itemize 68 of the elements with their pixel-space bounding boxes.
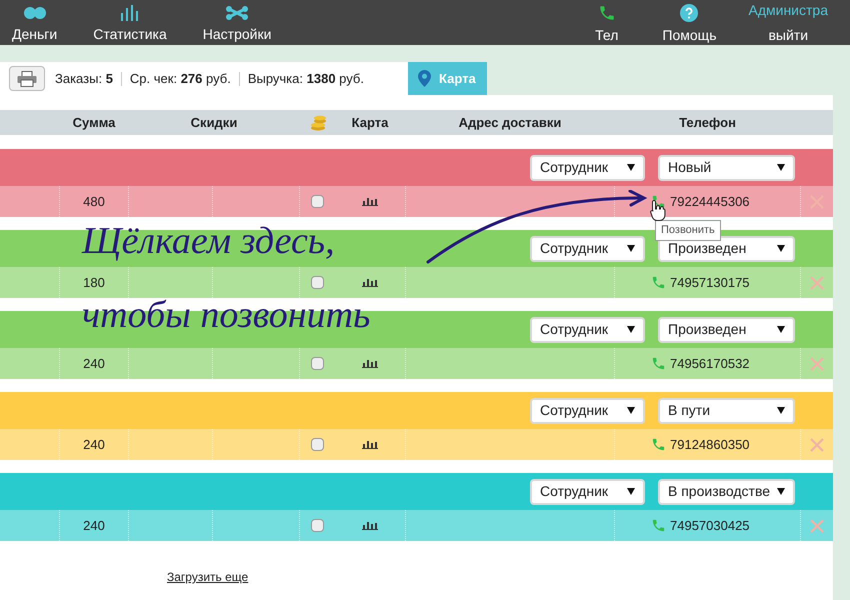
checkbox[interactable] (311, 195, 324, 208)
stat-text: Заказы: 5 (55, 70, 113, 88)
map-pin-icon (418, 70, 431, 87)
column-header: Карта (350, 114, 390, 132)
print-button[interactable] (9, 66, 45, 91)
phone-number: 74956170532 (670, 354, 750, 373)
checkbox[interactable] (311, 438, 324, 451)
column-header: Скидки (190, 114, 238, 132)
bar-chart-icon[interactable] (362, 521, 378, 530)
status-select[interactable]: В производстве (658, 478, 795, 504)
phone-icon (598, 4, 616, 22)
employee-select[interactable]: Сотрудник (530, 398, 645, 424)
checkbox[interactable] (311, 519, 324, 532)
caret-icon (627, 488, 635, 495)
checkbox[interactable] (311, 276, 324, 289)
handwritten-note: Щёлкаем здесь, (82, 222, 335, 260)
stat-text: Ср. чек: 276 руб. (130, 70, 231, 88)
caret-icon (777, 326, 785, 333)
caret-icon (777, 164, 785, 171)
nav-item[interactable]: Помощь (650, 0, 728, 46)
hand-cursor-icon (650, 199, 666, 221)
column-header: Телефон (678, 114, 737, 132)
tools-icon (225, 4, 250, 20)
delete-icon[interactable] (810, 438, 824, 452)
phone-number: 79124860350 (670, 436, 750, 454)
column-header: Сумма (72, 114, 116, 132)
table-cell-text: 480 (82, 192, 106, 211)
employee-select[interactable]: Сотрудник (530, 236, 645, 262)
help-icon (680, 4, 698, 22)
phone-number: 74957030425 (670, 516, 750, 535)
coins-icon (22, 6, 47, 20)
bar-chart-icon[interactable] (362, 278, 378, 287)
load-more-link[interactable]: Загрузить еще (167, 570, 248, 584)
table-cell-text: 240 (82, 354, 106, 373)
logout-link[interactable]: выйти (768, 24, 808, 46)
table-cell-text: 240 (82, 516, 106, 535)
table-cell-text: 180 (82, 274, 106, 292)
tooltip: Позвонить (655, 220, 721, 240)
nav-item[interactable]: Деньги (2, 0, 68, 44)
bar-chart-icon[interactable] (362, 440, 378, 449)
checkbox[interactable] (311, 357, 324, 370)
caret-icon (627, 164, 635, 171)
status-select[interactable]: Произведен (658, 316, 795, 342)
employee-select[interactable]: Сотрудник (530, 478, 645, 504)
stat-text: Выручка: 1380 руб. (248, 70, 364, 88)
bar-chart-icon[interactable] (362, 359, 378, 368)
employee-select[interactable]: Сотрудник (530, 316, 645, 342)
caret-icon (627, 407, 635, 414)
bar-chart-icon (120, 4, 140, 20)
phone-number: 79224445306 (670, 192, 750, 211)
employee-select[interactable]: Сотрудник (530, 154, 645, 180)
caret-icon (627, 326, 635, 333)
status-select[interactable]: Новый (658, 154, 795, 180)
table-cell-text: 240 (82, 436, 106, 454)
user-name[interactable]: Администра (748, 0, 828, 20)
nav-item[interactable]: Тел (583, 0, 630, 46)
caret-icon (777, 245, 785, 252)
column-header: Адрес доставки (458, 114, 562, 132)
status-select[interactable]: В пути (658, 398, 795, 424)
caret-icon (627, 245, 635, 252)
nav-item[interactable]: Статистика (83, 0, 177, 44)
coins-icon (308, 114, 326, 130)
caret-icon (777, 407, 785, 414)
bar-chart-icon[interactable] (362, 197, 378, 206)
nav-item[interactable]: Настройки (192, 0, 282, 44)
phone-number: 74957130175 (670, 274, 750, 292)
caret-icon (777, 488, 785, 495)
printer-icon (17, 70, 37, 86)
